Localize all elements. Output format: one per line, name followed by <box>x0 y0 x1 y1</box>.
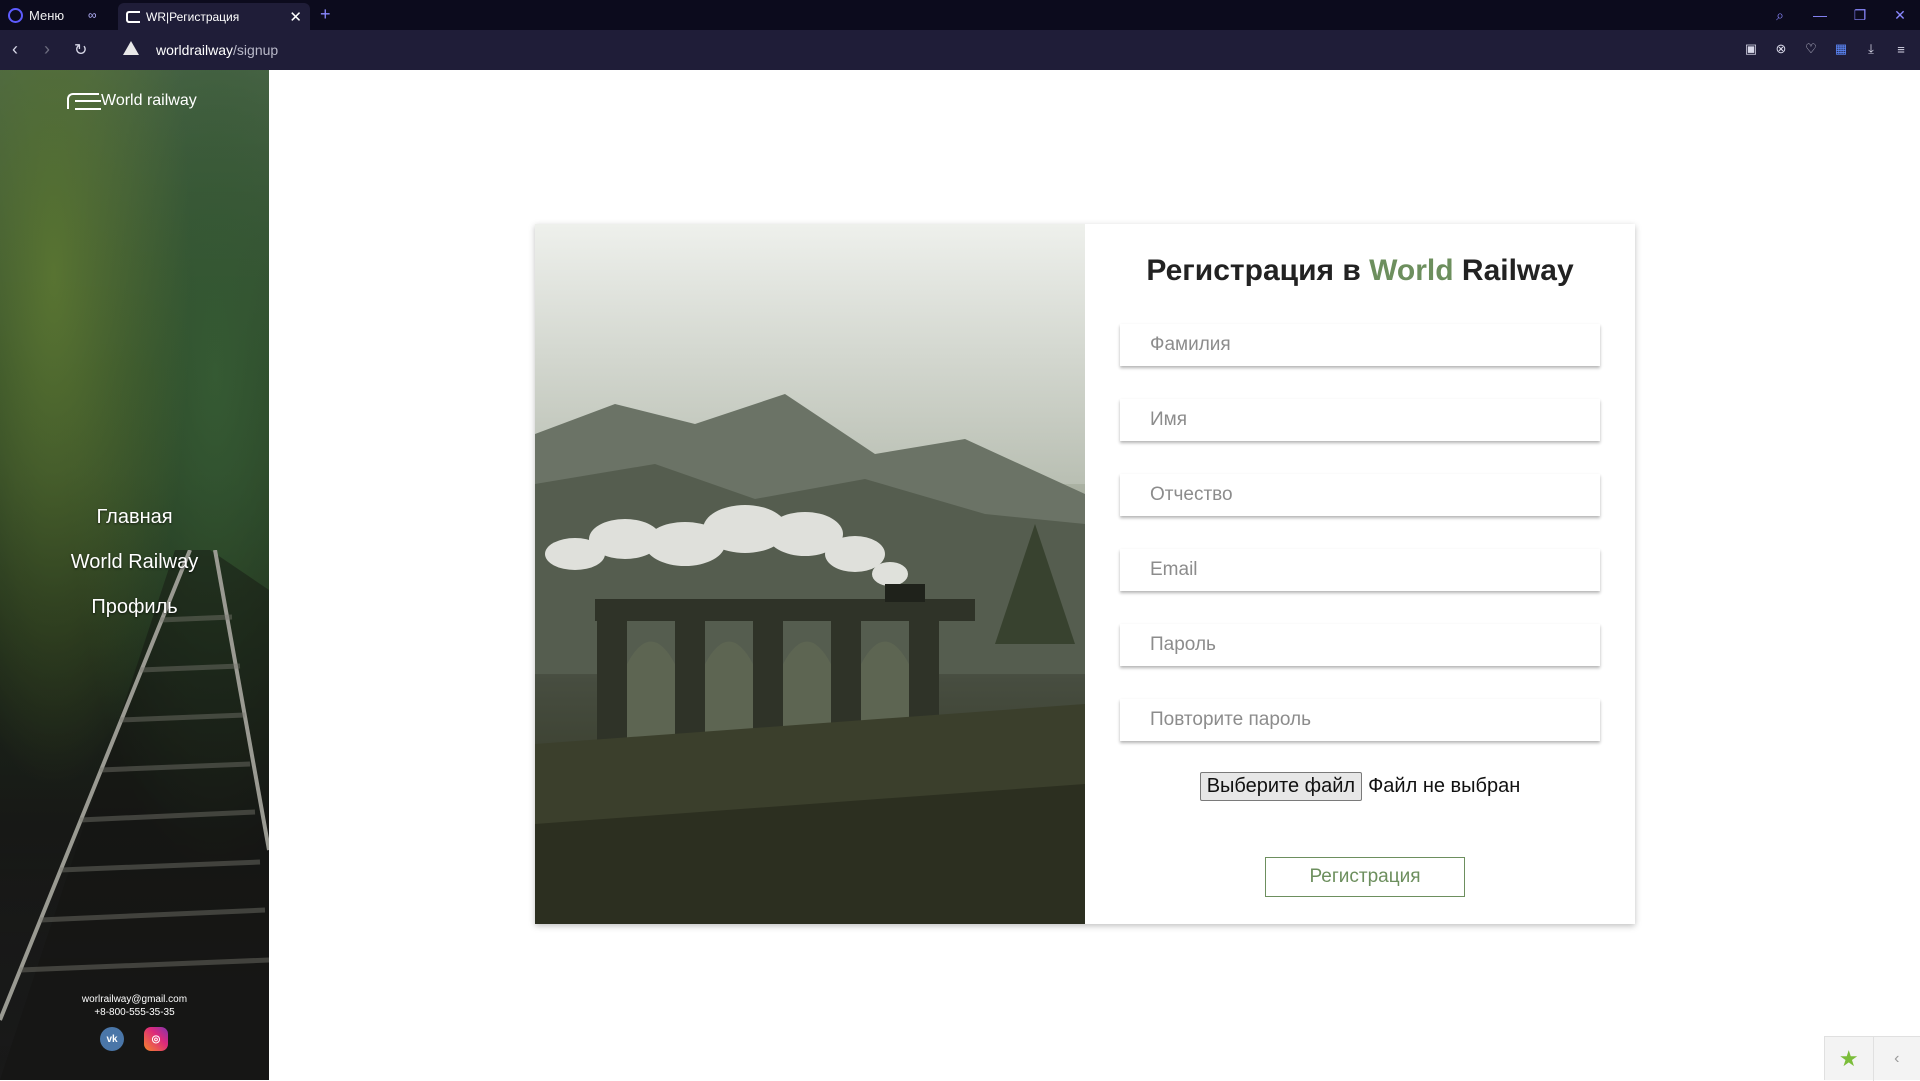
instagram-icon[interactable]: ◎ <box>144 1027 168 1051</box>
forward-icon[interactable]: › <box>44 39 50 60</box>
last-name-field[interactable] <box>1120 324 1600 366</box>
workspaces-icon[interactable]: ∞ <box>88 8 104 22</box>
tab-title: WR|Регистрация <box>146 10 239 24</box>
form-title-suffix: Railway <box>1454 254 1574 287</box>
translate-icon[interactable]: ▦ <box>1832 40 1850 58</box>
window-controls: ⌕ — ❐ ✕ <box>1760 0 1920 30</box>
minimize-icon[interactable]: — <box>1800 7 1840 23</box>
nav-link-profile[interactable]: Профиль <box>0 585 269 630</box>
url-host: worldrailway <box>156 42 233 58</box>
heart-icon[interactable]: ♡ <box>1802 40 1820 58</box>
form-title-prefix: Регистрация в <box>1146 254 1369 287</box>
vk-icon[interactable]: vk <box>100 1027 124 1051</box>
url-path: /signup <box>233 42 278 58</box>
sidebar: World railway Главная World Railway Проф… <box>0 70 269 1080</box>
browser-menu-label: Меню <box>29 8 64 23</box>
steam-train-viaduct-photo <box>535 224 1085 924</box>
form-title-accent: World <box>1369 254 1453 287</box>
close-window-icon[interactable]: ✕ <box>1880 7 1920 24</box>
close-tab-icon[interactable]: ✕ <box>289 8 302 26</box>
register-button[interactable]: Регистрация <box>1265 857 1465 897</box>
yandex-widget: ★ ‹ <box>1824 1036 1920 1080</box>
train-logo-icon <box>67 93 99 109</box>
camera-icon[interactable]: ▣ <box>1742 40 1760 58</box>
password-repeat-field[interactable] <box>1120 699 1600 741</box>
nav-link-home[interactable]: Главная <box>0 495 269 540</box>
social-links: vk ◎ <box>100 1027 168 1051</box>
yandex-browser-icon[interactable]: ★ <box>1825 1046 1873 1072</box>
choose-file-button[interactable]: Выберите файл <box>1200 772 1362 801</box>
reload-icon[interactable]: ↻ <box>74 40 87 60</box>
download-icon[interactable]: ⤓ <box>1862 40 1880 58</box>
sidebar-nav: Главная World Railway Профиль <box>0 495 269 630</box>
active-tab[interactable]: WR|Регистрация ✕ <box>118 3 310 30</box>
browser-toolbar: ▣ ⊗ ♡ ▦ ⤓ ≡ <box>1742 40 1910 58</box>
contact-email[interactable]: worlrailway@gmail.com <box>0 993 269 1006</box>
contact-phone[interactable]: +8-800-555-35-35 <box>0 1006 269 1019</box>
patronymic-field[interactable] <box>1120 474 1600 516</box>
restore-icon[interactable]: ❐ <box>1840 7 1880 24</box>
easy-setup-icon[interactable]: ≡ <box>1892 40 1910 58</box>
file-status: Файл не выбран <box>1368 775 1520 798</box>
new-tab-button[interactable]: + <box>320 4 331 25</box>
first-name-field[interactable] <box>1120 399 1600 441</box>
url-field[interactable]: worldrailway/signup <box>156 42 278 58</box>
chevron-left-icon[interactable]: ‹ <box>1873 1037 1920 1081</box>
site-favicon-icon <box>126 11 140 23</box>
brand-logo[interactable]: World railway <box>67 92 197 110</box>
browser-menu-button[interactable]: Меню <box>8 6 64 24</box>
brand-name: World railway <box>101 92 197 110</box>
registration-card: Регистрация в World Railway Выберите фай… <box>535 224 1635 924</box>
back-icon[interactable]: ‹ <box>12 39 18 60</box>
address-bar: ‹ › ↻ worldrailway/signup ▣ ⊗ ♡ ▦ ⤓ ≡ <box>0 30 1920 70</box>
form-title: Регистрация в World Railway <box>1085 254 1635 288</box>
adblock-icon[interactable]: ⊗ <box>1772 40 1790 58</box>
password-field[interactable] <box>1120 624 1600 666</box>
file-upload: Выберите файл Файл не выбран <box>1085 772 1635 801</box>
email-field[interactable] <box>1120 549 1600 591</box>
nav-link-world-railway[interactable]: World Railway <box>0 540 269 585</box>
opera-logo-icon <box>8 8 23 23</box>
insecure-warning-icon[interactable] <box>123 41 139 55</box>
contacts: worlrailway@gmail.com +8-800-555-35-35 <box>0 993 269 1019</box>
search-icon[interactable]: ⌕ <box>1760 7 1800 24</box>
browser-tab-bar: Меню ∞ WR|Регистрация ✕ + ⌕ — ❐ ✕ <box>0 0 1920 30</box>
registration-form: Регистрация в World Railway Выберите фай… <box>1085 224 1635 924</box>
